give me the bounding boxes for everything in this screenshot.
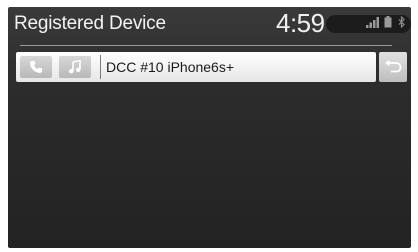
page-title: Registered Device [14, 13, 166, 34]
row-divider [100, 55, 101, 79]
device-name: DCC #10 iPhone6s+ [106, 59, 235, 75]
device-list-item[interactable]: DCC #10 iPhone6s+ [16, 52, 376, 82]
bluetooth-icon [398, 16, 405, 28]
clock-time: 4:59 [276, 8, 325, 38]
battery-icon [384, 16, 392, 28]
back-button[interactable] [379, 52, 407, 82]
audio-connect-button[interactable] [59, 56, 91, 78]
phone-connect-button[interactable] [20, 56, 52, 78]
music-icon [69, 60, 81, 74]
header-divider [20, 45, 392, 46]
header-bar: Registered Device 4:59 [8, 7, 411, 43]
display-screen: Registered Device 4:59 DCC #10 iPhone6s+ [8, 7, 411, 248]
return-arrow-icon [385, 59, 402, 73]
phone-icon [30, 61, 42, 73]
signal-icon [366, 17, 379, 28]
